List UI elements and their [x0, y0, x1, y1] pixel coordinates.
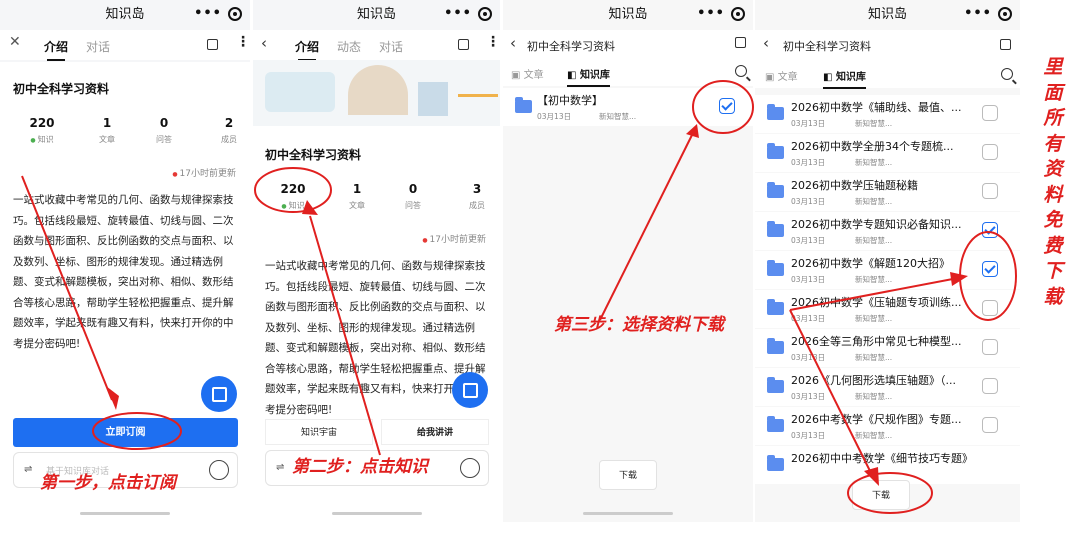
highlight-subscribe [92, 412, 182, 450]
highlight-download [847, 472, 933, 514]
annotation-step-2: 第二步：点击知识 [292, 457, 428, 477]
arrowhead-3 [686, 124, 699, 138]
arrow-line-1 [21, 175, 113, 401]
arrow-line-5 [789, 309, 873, 476]
arrow-line-2 [309, 215, 381, 456]
arrowhead-1 [106, 386, 119, 410]
highlight-folder [692, 80, 754, 134]
arrow-line-4 [789, 277, 959, 311]
annotation-free-download: 里 面 所 有 资 料 免 费 下 载 [1043, 56, 1063, 308]
highlight-files [959, 231, 1017, 321]
arrow-line-3 [599, 134, 693, 321]
highlight-knowledge [254, 167, 332, 213]
annotation-step-3: 第三步：选择资料下载 [554, 315, 724, 335]
annotation-step-1: 第一步，点击订阅 [40, 473, 176, 493]
arrowhead-4 [950, 272, 968, 286]
